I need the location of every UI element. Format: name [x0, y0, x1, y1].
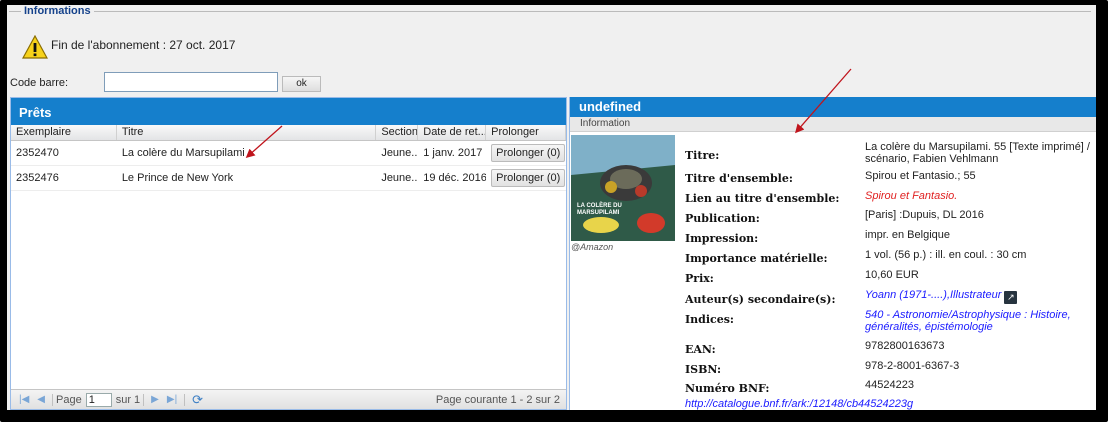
field-value-series-title: Spirou et Fantasio.; 55: [865, 170, 976, 182]
field-value-ean: 9782800163673: [865, 340, 945, 352]
field-value-isbn: 978-2-8001-6367-3: [865, 360, 960, 372]
toolbar-separator: [52, 393, 53, 406]
barcode-label: Code barre:: [10, 77, 69, 89]
copy-number-cell: 2352470: [16, 147, 59, 159]
field-label-publication: Publication:: [685, 212, 760, 225]
warning-icon: [22, 35, 48, 59]
field-value-title: La colère du Marsupilami. 55 [Texte impr…: [865, 141, 1090, 165]
field-label-indices: Indices:: [685, 313, 734, 326]
extend-loan-button[interactable]: Prolonger (0): [491, 169, 566, 187]
informations-legend: Informations: [21, 5, 94, 17]
page-label: Page: [56, 393, 82, 406]
detail-panel-title: undefined: [570, 97, 1096, 117]
subscription-end-message: Fin de l'abonnement : 27 oct. 2017: [51, 38, 236, 52]
loans-panel: Prêts Exemplaire Titre Section Date de r…: [10, 97, 567, 410]
external-link-icon[interactable]: ↗: [1004, 291, 1018, 304]
return-date-cell: 19 déc. 2016: [423, 172, 487, 184]
detail-panel: undefined Information LA COLÈRE DU MARSU…: [569, 97, 1096, 410]
field-value-secondary-authors-wrap: Yoann (1971-....),Illustrateur ↗: [865, 289, 1093, 304]
extend-cell: Prolonger (0): [486, 144, 566, 162]
field-value-publication: [Paris] :Dupuis, DL 2016: [865, 209, 984, 221]
loans-panel-title: Prêts: [11, 98, 566, 125]
table-row[interactable]: 2352476 Le Prince de New York Jeune... 1…: [11, 166, 566, 191]
field-label-series-title: Titre d'ensemble:: [685, 172, 793, 185]
field-label-secondary-authors: Auteur(s) secondaire(s):: [685, 293, 836, 306]
pagination-toolbar: |◀ ◀ Page sur 1 ▶ ▶| ⟳ Page courante 1 -…: [11, 389, 566, 409]
secondary-author-link[interactable]: Yoann (1971-....),Illustrateur: [865, 289, 1001, 301]
title-cell: Le Prince de New York: [121, 172, 234, 184]
next-page-icon[interactable]: ▶: [151, 394, 159, 405]
paging-status: Page courante 1 - 2 sur 2: [435, 393, 560, 406]
copy-number-cell: 2352476: [16, 172, 59, 184]
toolbar-separator: [184, 393, 186, 406]
extend-loan-button[interactable]: Prolonger (0): [491, 144, 566, 162]
loans-grid-header: Exemplaire Titre Section Date de ret... …: [11, 125, 566, 141]
barcode-input[interactable]: [104, 72, 278, 92]
field-value-bnf-number: 44524223: [865, 379, 914, 391]
return-date-cell: 1 janv. 2017: [423, 147, 483, 159]
page-number-input[interactable]: [85, 392, 112, 407]
application-window: Informations Fin de l'abonnement : 27 oc…: [7, 5, 1096, 410]
first-page-icon[interactable]: |◀: [19, 394, 29, 405]
series-link[interactable]: Spirou et Fantasio.: [865, 190, 1093, 202]
extend-cell: Prolonger (0): [486, 169, 566, 187]
detail-tab-information[interactable]: Information: [570, 117, 1096, 132]
field-label-printing: Impression:: [685, 232, 759, 245]
column-header-copy[interactable]: Exemplaire: [11, 125, 117, 140]
field-label-isbn: ISBN:: [685, 363, 722, 376]
last-page-icon[interactable]: ▶|: [167, 394, 177, 405]
column-header-section[interactable]: Section: [376, 125, 419, 140]
field-label-price: Prix:: [685, 272, 714, 285]
field-label-title: Titre:: [685, 149, 720, 162]
indices-link[interactable]: 540 - Astronomie/Astrophysique : Histoir…: [865, 309, 1093, 333]
informations-fieldset: Informations Fin de l'abonnement : 27 oc…: [9, 5, 1091, 67]
field-value-price: 10,60 EUR: [865, 269, 919, 281]
field-label-series-link: Lien au titre d'ensemble:: [685, 192, 840, 205]
field-value-printing: impr. en Belgique: [865, 229, 950, 241]
section-cell: Jeune...: [381, 172, 419, 184]
field-label-ean: EAN:: [685, 343, 716, 356]
column-header-extend[interactable]: Prolonger: [486, 125, 566, 140]
cover-credit: @Amazon: [571, 242, 614, 252]
field-label-physical-description: Importance matérielle:: [685, 252, 828, 265]
field-value-physical-description: 1 vol. (56 p.) : ill. en coul. : 30 cm: [865, 249, 1027, 261]
screenshot-frame: Informations Fin de l'abonnement : 27 oc…: [0, 0, 1108, 422]
title-cell: La colère du Marsupilami: [121, 147, 245, 159]
column-header-return-date[interactable]: Date de ret...: [418, 125, 487, 140]
bnf-catalogue-link[interactable]: http://catalogue.bnf.fr/ark:/12148/cb445…: [685, 398, 913, 410]
svg-text:LA COLÈRE DU: LA COLÈRE DU: [577, 201, 622, 209]
previous-page-icon[interactable]: ◀: [37, 394, 45, 405]
field-label-bnf-number: Numéro BNF:: [685, 382, 770, 395]
toolbar-separator: [143, 393, 145, 406]
column-header-title[interactable]: Titre: [117, 125, 377, 140]
table-row[interactable]: 2352470 La colère du Marsupilami Jeune..…: [11, 141, 566, 166]
barcode-ok-button[interactable]: ok: [282, 76, 321, 92]
page-count-label: sur 1: [115, 393, 141, 406]
book-cover-image: LA COLÈRE DU MARSUPILAMI: [571, 135, 675, 241]
section-cell: Jeune...: [381, 147, 419, 159]
refresh-icon[interactable]: ⟳: [192, 392, 203, 408]
svg-text:MARSUPILAMI: MARSUPILAMI: [577, 210, 620, 216]
